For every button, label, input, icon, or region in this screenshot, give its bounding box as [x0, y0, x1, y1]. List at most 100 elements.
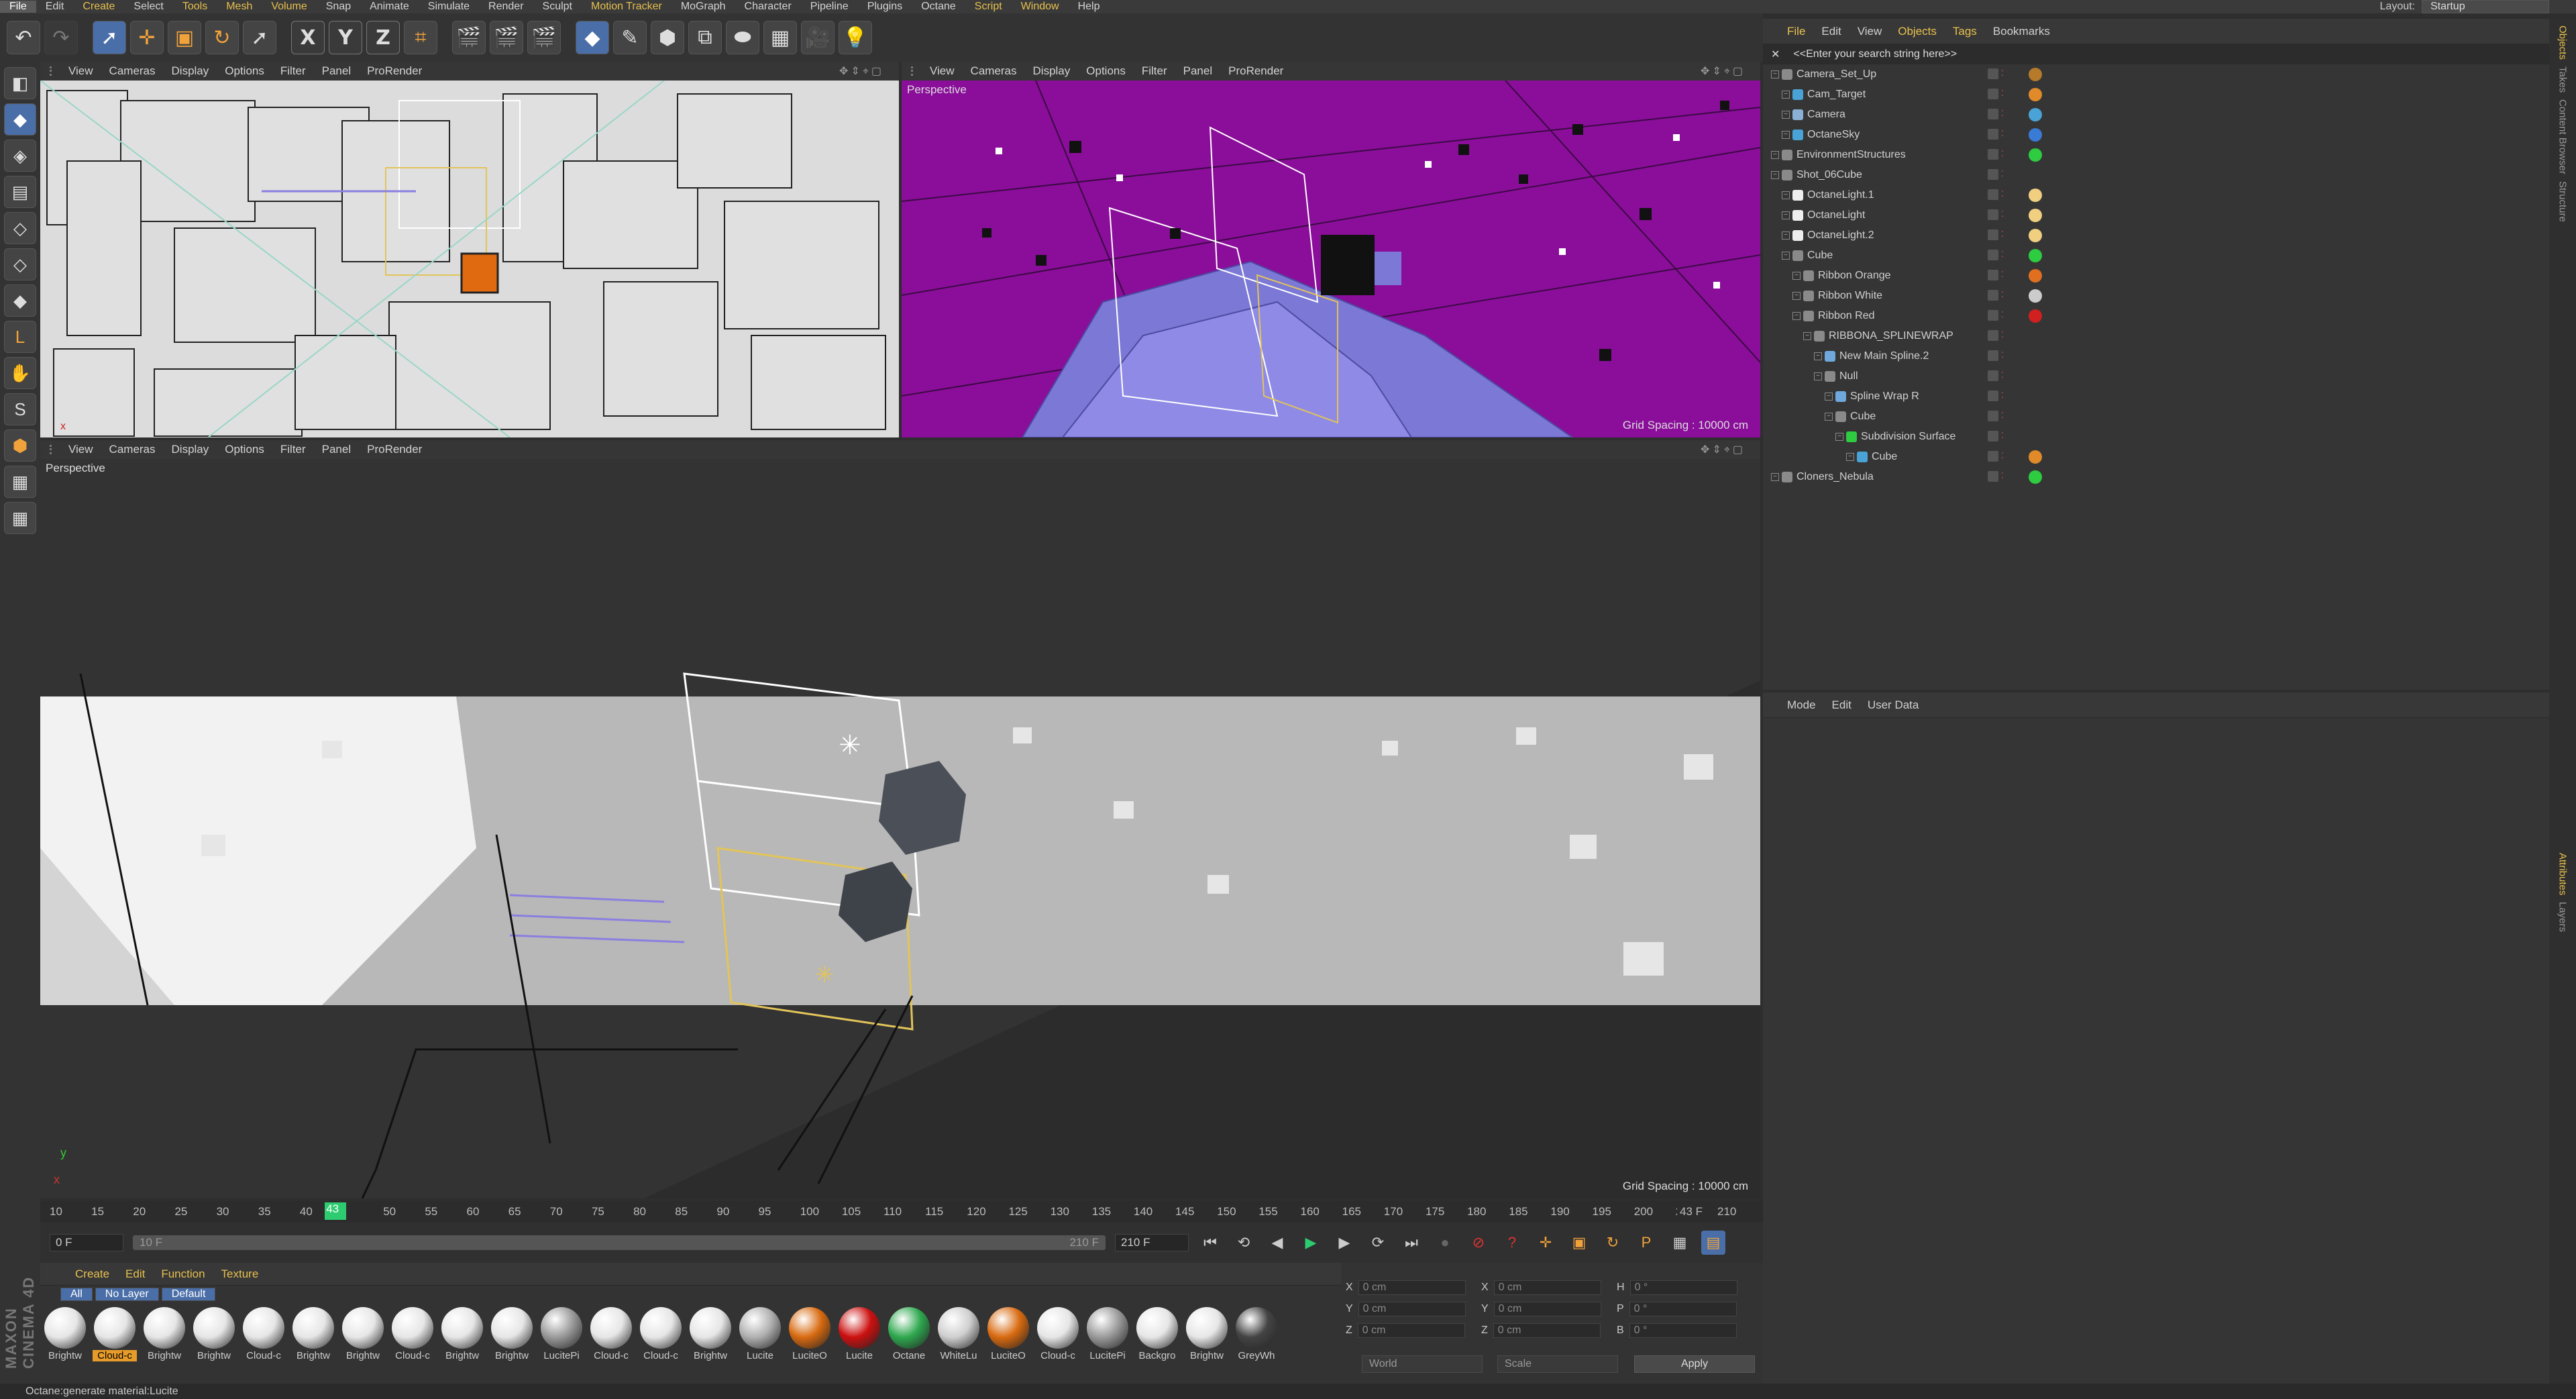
expand-toggle-icon[interactable]: −: [1771, 70, 1779, 79]
visibility-dots-icon[interactable]: ⁚: [2001, 229, 2006, 240]
viewport-menu-prorender[interactable]: ProRender: [359, 443, 430, 456]
material-menu-edit[interactable]: Edit: [117, 1267, 153, 1281]
object-name[interactable]: RIBBONA_SPLINEWRAP: [1829, 330, 1953, 342]
floor-icon[interactable]: ▦: [763, 21, 797, 54]
move-tool-icon[interactable]: ✛: [130, 21, 164, 54]
viewport-menu-filter[interactable]: Filter: [272, 443, 314, 456]
menu-item-sculpt[interactable]: Sculpt: [533, 1, 582, 13]
object-row[interactable]: − OctaneSky ⁚: [1771, 125, 2549, 145]
material-swatch[interactable]: Cloud-c: [392, 1307, 433, 1361]
material-swatch[interactable]: Cloud-c: [1037, 1307, 1079, 1361]
coord-value-field[interactable]: 0 °: [1629, 1323, 1737, 1338]
layer-icon[interactable]: [1988, 129, 1998, 140]
visibility-flags[interactable]: ⁚: [1988, 229, 2006, 240]
menu-item-edit[interactable]: Edit: [36, 1, 74, 13]
expand-toggle-icon[interactable]: −: [1835, 433, 1843, 441]
end-frame-field[interactable]: 210 F: [1115, 1234, 1189, 1251]
object-menu-view[interactable]: View: [1849, 25, 1890, 38]
apply-button[interactable]: Apply: [1634, 1355, 1755, 1373]
make-editable-icon[interactable]: ◧: [4, 67, 36, 99]
material-swatch[interactable]: Brightw: [342, 1307, 384, 1361]
material-swatch[interactable]: Brightw: [44, 1307, 86, 1361]
x-axis-lock-icon[interactable]: X: [291, 21, 325, 54]
visibility-flags[interactable]: ⁚: [1988, 89, 2006, 99]
expand-toggle-icon[interactable]: −: [1792, 312, 1801, 320]
visibility-dots-icon[interactable]: ⁚: [2001, 290, 2006, 301]
viewport-menu-filter[interactable]: Filter: [272, 64, 314, 78]
object-row[interactable]: − New Main Spline.2 ⁚: [1771, 346, 2549, 366]
menu-item-select[interactable]: Select: [124, 1, 172, 13]
rotation-key-icon[interactable]: ↻: [1601, 1231, 1625, 1255]
object-row[interactable]: − Ribbon White ⁚: [1771, 286, 2549, 306]
viewport-menu-cameras[interactable]: Cameras: [101, 64, 164, 78]
material-swatch[interactable]: Cloud-c: [243, 1307, 284, 1361]
side-tab-objects[interactable]: Objects: [2557, 25, 2569, 60]
undo-icon[interactable]: ↶: [7, 21, 40, 54]
object-name[interactable]: Cam_Target: [1807, 89, 1866, 101]
viewport-perspective-main[interactable]: View Cameras Display Options Filter Panel ProR…: [40, 440, 1760, 1198]
layer-icon[interactable]: [1988, 229, 1998, 240]
model-mode-icon[interactable]: ◆: [4, 103, 36, 136]
timeline-window-icon[interactable]: ▤: [1701, 1231, 1725, 1255]
material-tag-icon[interactable]: [2029, 68, 2042, 81]
render-view-icon[interactable]: 🎬: [452, 21, 486, 54]
coord-value-field[interactable]: 0 °: [1629, 1280, 1737, 1295]
viewport-menu-prorender[interactable]: ProRender: [1220, 64, 1291, 78]
object-search-input[interactable]: <<Enter your search string here>>: [1793, 48, 1957, 60]
edges-mode-icon[interactable]: ◇: [4, 248, 36, 280]
light-icon[interactable]: 💡: [839, 21, 872, 54]
visibility-flags[interactable]: ⁚: [1988, 451, 2006, 462]
visibility-dots-icon[interactable]: ⁚: [2001, 169, 2006, 180]
object-name[interactable]: OctaneLight: [1807, 209, 1865, 221]
coord-value-field[interactable]: 0 cm: [1358, 1302, 1466, 1316]
visibility-dots-icon[interactable]: ⁚: [2001, 209, 2006, 220]
polygons-mode-icon[interactable]: ◆: [4, 284, 36, 317]
viewport-controls-icon[interactable]: ✥⇕⌖▢: [1693, 443, 1754, 456]
object-row[interactable]: − Camera ⁚: [1771, 105, 2549, 125]
layer-icon[interactable]: [1988, 209, 1998, 220]
point-level-icon[interactable]: ▦: [1668, 1231, 1692, 1255]
object-row[interactable]: − OctaneLight ⁚: [1771, 205, 2549, 225]
menu-item-tools[interactable]: Tools: [173, 1, 217, 13]
visibility-dots-icon[interactable]: ⁚: [2001, 451, 2006, 462]
viewport-menu-display[interactable]: Display: [1025, 64, 1079, 78]
attribute-menu-edit[interactable]: Edit: [1824, 698, 1860, 712]
layer-icon[interactable]: [1988, 350, 1998, 361]
object-name[interactable]: Spline Wrap R: [1850, 391, 1919, 403]
visibility-dots-icon[interactable]: ⁚: [2001, 370, 2006, 381]
layer-icon[interactable]: [1988, 68, 1998, 79]
subdivision-icon[interactable]: ⬢: [651, 21, 684, 54]
object-name[interactable]: Camera: [1807, 109, 1845, 121]
frame-range-slider[interactable]: 10 F 210 F: [133, 1235, 1106, 1250]
rotate-tool-icon[interactable]: ↻: [205, 21, 239, 54]
visibility-flags[interactable]: ⁚: [1988, 169, 2006, 180]
expand-toggle-icon[interactable]: −: [1782, 252, 1790, 260]
menu-item-script[interactable]: Script: [965, 1, 1012, 13]
menu-item-window[interactable]: Window: [1012, 1, 1069, 13]
menu-item-create[interactable]: Create: [73, 1, 124, 13]
viewport-menu-view[interactable]: View: [922, 64, 963, 78]
layer-icon[interactable]: [1988, 189, 1998, 200]
material-swatch[interactable]: Brightw: [193, 1307, 235, 1361]
expand-toggle-icon[interactable]: −: [1771, 171, 1779, 179]
visibility-flags[interactable]: ⁚: [1988, 310, 2006, 321]
viewport-menu-options[interactable]: Options: [217, 443, 272, 456]
layer-icon[interactable]: [1988, 250, 1998, 260]
side-tab-takes[interactable]: Takes: [2557, 66, 2569, 93]
material-swatch[interactable]: LucitePi: [1087, 1307, 1128, 1361]
object-row[interactable]: − RIBBONA_SPLINEWRAP ⁚: [1771, 326, 2549, 346]
layer-icon[interactable]: [1988, 411, 1998, 421]
menu-item-character[interactable]: Character: [735, 1, 801, 13]
object-menu-bookmarks[interactable]: Bookmarks: [1985, 25, 2058, 38]
menu-item-animate[interactable]: Animate: [360, 1, 419, 13]
expand-toggle-icon[interactable]: −: [1782, 131, 1790, 139]
material-swatch[interactable]: Brightw: [690, 1307, 731, 1361]
pen-spline-icon[interactable]: ✎: [613, 21, 647, 54]
viewport-menu-filter[interactable]: Filter: [1134, 64, 1175, 78]
object-row[interactable]: − Cube ⁚: [1771, 447, 2549, 467]
layer-icon[interactable]: [1988, 310, 1998, 321]
visibility-dots-icon[interactable]: ⁚: [2001, 350, 2006, 361]
visibility-dots-icon[interactable]: ⁚: [2001, 310, 2006, 321]
object-name[interactable]: OctaneLight.1: [1807, 189, 1874, 201]
material-swatch[interactable]: Brightw: [491, 1307, 533, 1361]
